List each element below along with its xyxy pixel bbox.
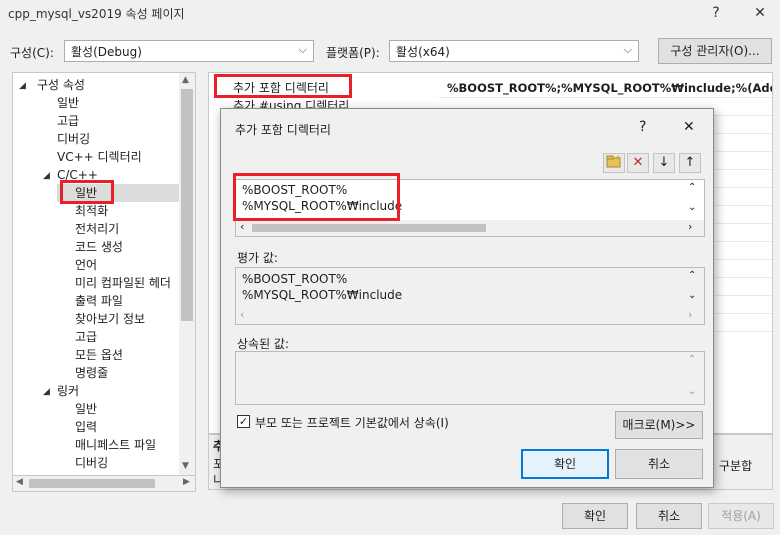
dialog-ok-button[interactable]: 확인 (521, 449, 609, 479)
scroll-down-icon[interactable]: ⌄ (688, 290, 696, 301)
tree-item-command-line[interactable]: 명령줄 (75, 364, 108, 382)
ok-button[interactable]: 확인 (562, 503, 628, 529)
scroll-right-icon[interactable]: › (688, 308, 692, 321)
tree-item-config-props[interactable]: 구성 속성 (37, 76, 85, 94)
tree-item-linker-debugging[interactable]: 디버깅 (75, 454, 108, 472)
scroll-left-icon[interactable]: ‹ (240, 308, 244, 321)
tree-item-language[interactable]: 언어 (75, 256, 97, 274)
tree-hscrollbar[interactable]: ◀ ▶ (12, 476, 196, 492)
tree-item-manifest[interactable]: 매니페스트 파일 (75, 436, 156, 454)
cancel-button[interactable]: 취소 (636, 503, 702, 529)
tree-item-cpp-advanced[interactable]: 고급 (75, 328, 97, 346)
tree-item-browse-info[interactable]: 찾아보기 정보 (75, 310, 145, 328)
paths-hscrollbar[interactable]: ‹ › (236, 220, 704, 236)
tree-vscrollbar[interactable]: ▲ ▼ (179, 73, 195, 475)
macros-button[interactable]: 매크로(M)>> (615, 411, 703, 439)
close-icon[interactable]: ✕ (683, 119, 695, 135)
scroll-left-icon[interactable]: ‹ (240, 220, 244, 233)
scroll-down-icon[interactable]: ▼ (182, 461, 189, 471)
property-tree: ◢ 구성 속성 일반 고급 디버깅 VC++ 디렉터리 ◢ C/C++ 일반 최… (12, 72, 196, 476)
highlight-box (214, 74, 352, 98)
tree-item-code-gen[interactable]: 코드 생성 (75, 238, 123, 256)
config-manager-button[interactable]: 구성 관리자(O)... (658, 38, 772, 64)
evaluated-box: %BOOST_ROOT% %MYSQL_ROOT%₩include ⌃ ⌄ ‹ … (235, 267, 705, 325)
dialog-cancel-button[interactable]: 취소 (615, 449, 703, 479)
scroll-up-icon[interactable]: ▲ (182, 75, 189, 85)
tree-hscroll-thumb[interactable] (29, 479, 155, 488)
scroll-up-icon[interactable]: ⌃ (688, 270, 696, 281)
evaluated-line: %MYSQL_ROOT%₩include (242, 288, 403, 302)
inherit-checkbox[interactable]: ✓ (237, 415, 250, 428)
config-label: 구성(C): (10, 46, 54, 60)
evaluated-label: 평가 값: (237, 251, 278, 265)
tree-item-debugging[interactable]: 디버깅 (57, 130, 90, 148)
delete-icon[interactable]: ✕ (627, 153, 649, 173)
tree-item-vc-dirs[interactable]: VC++ 디렉터리 (57, 148, 142, 166)
window-title: cpp_mysql_vs2019 속성 페이지 (8, 7, 185, 21)
apply-button[interactable]: 적용(A) (708, 503, 774, 529)
tree-item-general[interactable]: 일반 (57, 94, 79, 112)
move-down-icon[interactable]: ↓ (653, 153, 675, 173)
tree-item-linker-input[interactable]: 입력 (75, 418, 97, 436)
tree-item-pch[interactable]: 미리 컴파일된 헤더 (75, 274, 171, 292)
tree-item-all-options[interactable]: 모든 옵션 (75, 346, 123, 364)
tree-item-output-files[interactable]: 출력 파일 (75, 292, 123, 310)
platform-value: 활성(x64) (396, 45, 450, 59)
inherited-label: 상속된 값: (237, 337, 290, 351)
inherit-checkbox-label[interactable]: 부모 또는 프로젝트 기본값에서 상속(I) (255, 414, 449, 431)
config-combo[interactable]: 활성(Debug) ⌵ (64, 40, 314, 62)
tree-item-optimization[interactable]: 최적화 (75, 202, 108, 220)
svg-text:✦: ✦ (615, 154, 621, 162)
inherited-box: ⌃ ⌄ (235, 351, 705, 405)
scroll-down-icon[interactable]: ⌄ (688, 386, 696, 397)
highlight-box (60, 180, 114, 204)
tree-item-advanced[interactable]: 고급 (57, 112, 79, 130)
close-icon[interactable]: ✕ (748, 2, 772, 24)
tree-item-preprocessor[interactable]: 전처리기 (75, 220, 119, 238)
scroll-up-icon[interactable]: ⌃ (688, 182, 696, 193)
move-up-icon[interactable]: ↑ (679, 153, 701, 173)
description-text: 구분합 (719, 459, 753, 473)
expand-arrow-icon[interactable]: ◢ (43, 387, 50, 397)
platform-combo[interactable]: 활성(x64) ⌵ (389, 40, 639, 62)
scroll-left-icon[interactable]: ◀ (16, 477, 23, 487)
expand-arrow-icon[interactable]: ◢ (19, 81, 26, 91)
chevron-down-icon: ⌵ (298, 43, 307, 56)
scroll-right-icon[interactable]: ▶ (183, 477, 190, 487)
platform-label: 플랫폼(P): (326, 46, 380, 60)
config-value: 활성(Debug) (71, 45, 142, 59)
expand-arrow-icon[interactable]: ◢ (43, 171, 50, 181)
grid-row-value[interactable]: %BOOST_ROOT%;%MYSQL_ROOT%₩include;%(Addi… (447, 79, 772, 97)
tree-item-linker-general[interactable]: 일반 (75, 400, 97, 418)
dialog-title: 추가 포함 디렉터리 (235, 123, 331, 137)
scroll-right-icon[interactable]: › (688, 220, 692, 233)
scroll-up-icon[interactable]: ⌃ (688, 354, 696, 365)
help-icon[interactable]: ? (639, 119, 646, 135)
tree-item-linker[interactable]: 링커 (57, 382, 79, 400)
highlight-box (233, 173, 400, 221)
paths-hscroll-thumb[interactable] (252, 224, 486, 232)
help-icon[interactable]: ? (704, 2, 728, 24)
chevron-down-icon: ⌵ (623, 43, 632, 56)
scroll-down-icon[interactable]: ⌄ (688, 202, 696, 213)
tree-scroll-thumb[interactable] (181, 89, 193, 321)
new-folder-icon[interactable]: ✦ (603, 153, 625, 173)
include-dirs-dialog: 추가 포함 디렉터리 ? ✕ ✦ ✕ ↓ ↑ %BOOST_ROOT% %MYS… (220, 108, 714, 488)
